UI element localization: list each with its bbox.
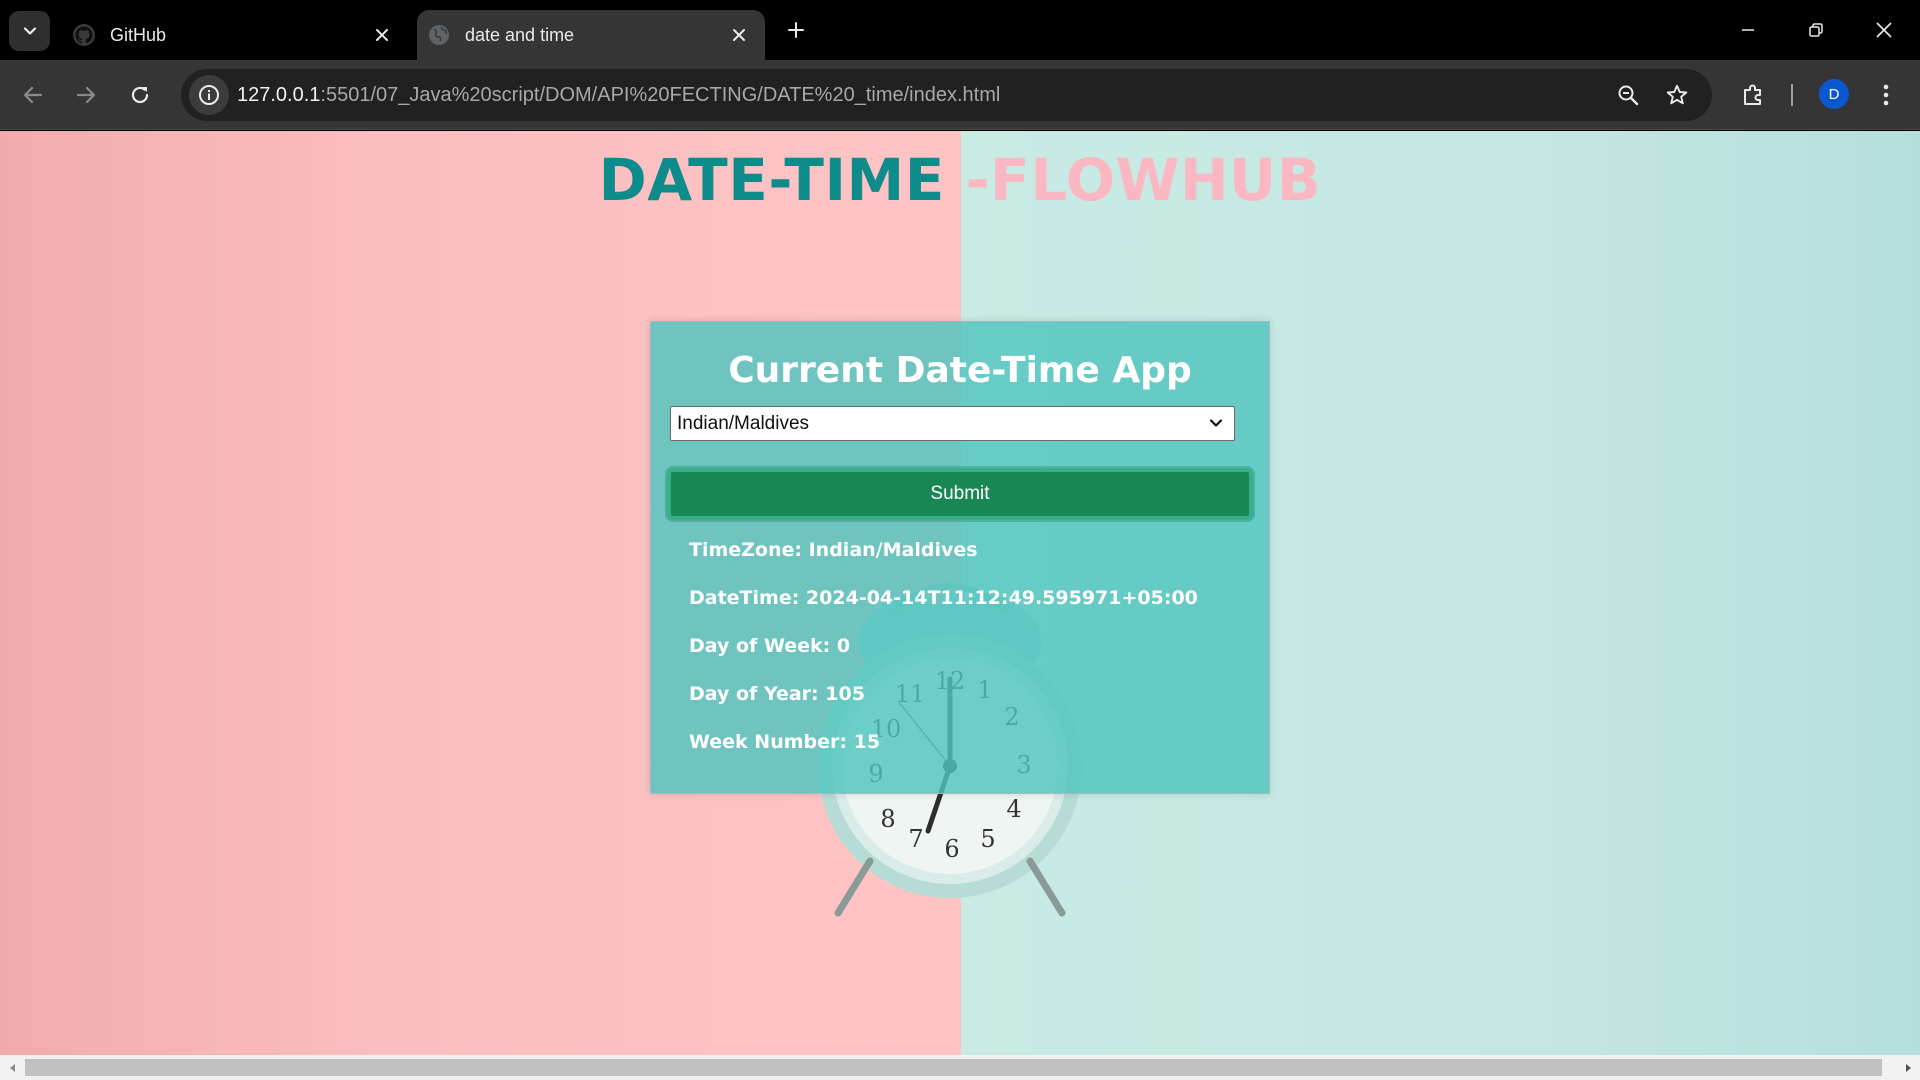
close-icon (1876, 22, 1892, 38)
triangle-left-icon (9, 1063, 15, 1072)
svg-text:4: 4 (1006, 795, 1021, 823)
toolbar-divider (1791, 84, 1793, 106)
scrollbar-thumb[interactable] (25, 1059, 1882, 1076)
svg-text:7: 7 (908, 825, 923, 853)
arrow-right-icon (76, 86, 96, 104)
svg-text:8: 8 (880, 805, 895, 833)
zoom-button[interactable] (1609, 76, 1647, 114)
forward-button[interactable] (67, 76, 105, 114)
back-button[interactable] (14, 76, 52, 114)
url-host: 127.0.0.1 (237, 84, 321, 106)
chevron-down-icon (23, 27, 36, 35)
tab-github[interactable]: GitHub (62, 10, 408, 60)
restore-button[interactable] (1798, 12, 1834, 48)
scroll-left-button[interactable] (0, 1055, 25, 1080)
horizontal-scrollbar[interactable] (0, 1055, 1920, 1080)
reload-button[interactable] (121, 76, 159, 114)
tab-title: date and time (465, 24, 575, 45)
url-text[interactable]: 127.0.0.1:5501/07_Java%20script/DOM/API%… (237, 69, 1000, 121)
card-title: Current Date-Time App (728, 350, 1192, 391)
info-icon (199, 85, 219, 105)
tab-search-button[interactable] (9, 11, 50, 51)
tab-title: GitHub (110, 24, 167, 45)
tab-date-and-time[interactable]: date and time (417, 10, 765, 60)
scroll-right-button[interactable] (1895, 1055, 1920, 1080)
day-of-year-result: Day of Year: 105 (689, 683, 865, 705)
timezone-select[interactable]: Indian/Maldives (670, 406, 1235, 441)
close-icon[interactable] (368, 21, 396, 49)
svg-text:6: 6 (944, 835, 959, 863)
close-window-button[interactable] (1866, 12, 1902, 48)
minimize-button[interactable] (1730, 12, 1766, 48)
site-info-button[interactable] (189, 75, 229, 115)
tab-strip: GitHub date and time (0, 0, 1920, 60)
plus-icon (788, 22, 804, 38)
new-tab-button[interactable] (780, 14, 812, 46)
reload-icon (131, 86, 149, 104)
date-time-card: Current Date-Time App Indian/Maldives Su… (650, 321, 1270, 794)
day-of-week-result: Day of Week: 0 (689, 635, 851, 657)
minimize-icon (1742, 29, 1754, 31)
bookmark-button[interactable] (1658, 76, 1696, 114)
close-icon[interactable] (725, 21, 753, 49)
datetime-result: DateTime: 2024-04-14T11:12:49.595971+05:… (689, 587, 1198, 609)
chevron-down-icon (1209, 419, 1223, 427)
extensions-button[interactable] (1734, 76, 1772, 114)
page-title-secondary: -FLOWHUB (965, 146, 1322, 214)
restore-icon (1809, 23, 1823, 37)
arrow-left-icon (23, 86, 43, 104)
puzzle-icon (1744, 84, 1761, 105)
triangle-right-icon (1905, 1063, 1911, 1072)
week-number-result: Week Number: 15 (689, 731, 881, 753)
svg-text:5: 5 (980, 825, 995, 853)
address-bar[interactable]: 127.0.0.1:5501/07_Java%20script/DOM/API%… (181, 69, 1712, 121)
browser-menu-button[interactable] (1867, 76, 1905, 114)
globe-icon (427, 23, 451, 47)
browser-toolbar: 127.0.0.1:5501/07_Java%20script/DOM/API%… (0, 60, 1920, 130)
timezone-result: TimeZone: Indian/Maldives (689, 539, 978, 561)
profile-avatar[interactable]: D (1819, 79, 1849, 109)
page-viewport: 12 1 2 3 4 5 6 7 8 9 10 11 DATE-T (0, 131, 1920, 1055)
page-title: DATE-TIME -FLOWHUB (0, 146, 1920, 214)
github-icon (72, 23, 96, 47)
timezone-select-value: Indian/Maldives (677, 413, 810, 434)
page-title-primary: DATE-TIME (598, 146, 945, 214)
url-path: :5501/07_Java%20script/DOM/API%20FECTING… (320, 84, 1001, 106)
submit-button[interactable]: Submit (667, 468, 1253, 520)
zoom-icon (1618, 85, 1639, 106)
more-vertical-icon (1883, 84, 1889, 106)
star-icon (1666, 84, 1688, 105)
